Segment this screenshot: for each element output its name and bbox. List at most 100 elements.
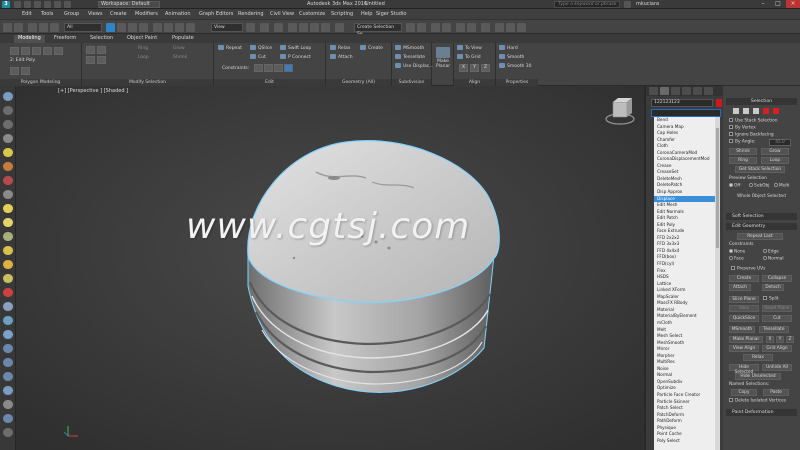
collapse-button[interactable]: Collapse [762, 275, 792, 282]
shrink-button[interactable]: Shrink [173, 54, 187, 61]
menu-animation[interactable]: Animation [165, 10, 191, 18]
create-tab-icon[interactable] [649, 87, 658, 95]
menu-graph-editors[interactable]: Graph Editors [199, 10, 233, 18]
constraint-none-radio[interactable]: None [729, 249, 745, 256]
stack-up-icon[interactable] [10, 67, 19, 75]
menu-help[interactable]: Help [361, 10, 372, 18]
rotate-icon[interactable] [164, 23, 173, 32]
save-file-icon[interactable] [54, 1, 61, 8]
rendered-frame-window-icon[interactable] [506, 23, 515, 32]
reset-plane-button[interactable]: Reset Plane [762, 305, 792, 312]
menu-rendering[interactable]: Rendering [238, 10, 264, 18]
close-button[interactable]: × [786, 0, 800, 8]
minimize-button[interactable]: – [756, 0, 770, 8]
shrink-selection-icon[interactable] [97, 46, 106, 54]
containers-filter-icon[interactable] [3, 232, 13, 241]
copy-button[interactable]: Copy [731, 389, 757, 396]
particle-filter-icon[interactable] [3, 260, 13, 269]
modify-tab-icon[interactable] [660, 87, 669, 95]
ring-button[interactable]: Ring [729, 157, 757, 164]
space-warps-filter-icon[interactable] [3, 190, 13, 199]
open-file-icon[interactable] [44, 1, 51, 8]
new-file-icon[interactable] [34, 1, 41, 8]
by-angle-spinner[interactable]: 45.0 [769, 139, 791, 146]
detach-button[interactable]: Detach [762, 284, 784, 291]
get-stack-selection-button[interactable]: Get Stack Selection [735, 166, 785, 173]
display-tab-icon[interactable] [693, 87, 702, 95]
constraint-face-radio[interactable]: Face [729, 256, 744, 263]
modifier-list-dropdown[interactable] [651, 109, 721, 117]
redo-icon[interactable] [24, 1, 31, 8]
preserve-uvs-checkbox[interactable]: Preserve UVs [731, 266, 765, 273]
swift-loop-button[interactable]: Swift Loop [280, 45, 311, 52]
relax-button[interactable]: Relax [330, 45, 350, 52]
loop-button[interactable]: Loop [138, 54, 149, 61]
by-vertex-checkbox[interactable]: By Vertex [729, 125, 756, 132]
make-planar-button[interactable]: Make Planar [729, 336, 763, 343]
menu-customize[interactable]: Customize [299, 10, 325, 18]
hidden-filter-icon[interactable] [3, 302, 13, 311]
xref-filter-icon[interactable] [3, 274, 13, 283]
bind-space-warp-icon[interactable] [50, 23, 59, 32]
view-align-button[interactable]: View Align [729, 345, 759, 352]
edit-geometry-rollout-header[interactable]: Edit Geometry [726, 223, 797, 230]
mirror-icon[interactable] [406, 23, 415, 32]
unlink-icon[interactable] [39, 23, 48, 32]
percent-snap-icon[interactable] [310, 23, 319, 32]
object-color-swatch[interactable] [716, 99, 722, 107]
hard-button[interactable]: Hard [499, 45, 518, 52]
ring-selection-icon[interactable] [97, 56, 106, 64]
shapes-filter-icon[interactable] [3, 204, 13, 213]
make-planar-y-button[interactable]: Y [776, 336, 784, 343]
reference-coordinate-dropdown[interactable]: View [211, 23, 243, 32]
create-button[interactable]: Create [360, 45, 383, 52]
align-x-button[interactable]: X [459, 64, 468, 72]
cut-button[interactable]: Cut [250, 54, 266, 61]
scene-explorer-icon[interactable] [3, 92, 13, 101]
sync-selection-icon[interactable] [3, 414, 13, 423]
display-all-icon[interactable] [3, 120, 13, 129]
utilities-tab-icon[interactable] [704, 87, 713, 95]
bone-filter-icon[interactable] [3, 246, 13, 255]
element-select-icon[interactable] [773, 108, 779, 114]
schematic-view-icon[interactable] [467, 23, 476, 32]
pivot-center-icon[interactable] [246, 23, 255, 32]
menu-views[interactable]: Views [88, 10, 102, 18]
menu-edit[interactable]: Edit [22, 10, 32, 18]
frozen-filter-icon[interactable] [3, 288, 13, 297]
paint-deformation-rollout-header[interactable]: Paint Deformation [726, 409, 797, 416]
align-y-button[interactable]: Y [470, 64, 479, 72]
preview-multi-radio[interactable]: Multi [774, 183, 790, 190]
tessellate-button[interactable]: Tessellate [395, 54, 425, 61]
constraint-face-icon[interactable] [274, 64, 283, 72]
viewport-label[interactable]: [+] [Perspective ] [Shaded ] [58, 88, 128, 94]
create-button[interactable]: Create [729, 275, 759, 282]
use-stack-selection-checkbox[interactable]: Use Stack Selection [729, 118, 777, 125]
highlight-icon[interactable] [3, 400, 13, 409]
make-planar-button[interactable]: Make Planar [433, 47, 453, 69]
cut-button[interactable]: Cut [762, 315, 792, 322]
tessellate-button[interactable]: Tessellate [759, 326, 789, 333]
display-options-icon[interactable] [3, 428, 13, 437]
tab-selection[interactable]: Selection [86, 35, 117, 43]
modifier-list-item[interactable]: Poly Select [654, 438, 715, 445]
preview-off-radio[interactable]: Off [729, 183, 740, 190]
hide-unselected-button[interactable]: Hide Unselected [735, 373, 781, 380]
render-production-icon[interactable] [517, 23, 526, 32]
rectangle-selection-icon[interactable] [128, 23, 137, 32]
shrink-button[interactable]: Shrink [729, 148, 757, 155]
modifier-list-scroll-thumb[interactable] [716, 128, 719, 248]
repeat-button[interactable]: Repeat [218, 45, 242, 52]
polygon-select-icon[interactable] [763, 108, 769, 114]
display-none-icon[interactable] [3, 106, 13, 115]
grow-button[interactable]: Grow [761, 148, 789, 155]
hierarchy-tab-icon[interactable] [671, 87, 680, 95]
app-logo-icon[interactable]: 3 [2, 1, 10, 8]
qslice-button[interactable]: QSlice [250, 45, 272, 52]
menu-group[interactable]: Group [64, 10, 79, 18]
snaps-toggle-icon[interactable] [288, 23, 297, 32]
search-input[interactable]: Type a keyword or phrase [554, 1, 620, 8]
maximize-button[interactable]: □ [771, 0, 785, 8]
spinner-snap-icon[interactable] [321, 23, 330, 32]
layer-filter-icon[interactable] [3, 316, 13, 325]
